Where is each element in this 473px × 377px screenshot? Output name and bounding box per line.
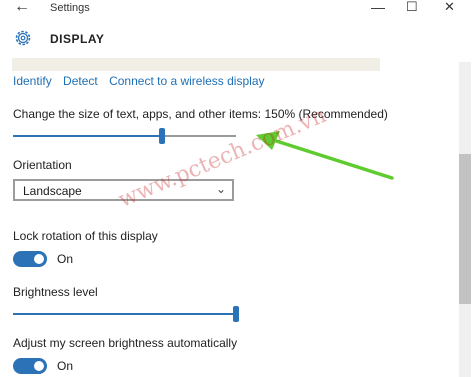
annotation-arrow (256, 131, 394, 180)
